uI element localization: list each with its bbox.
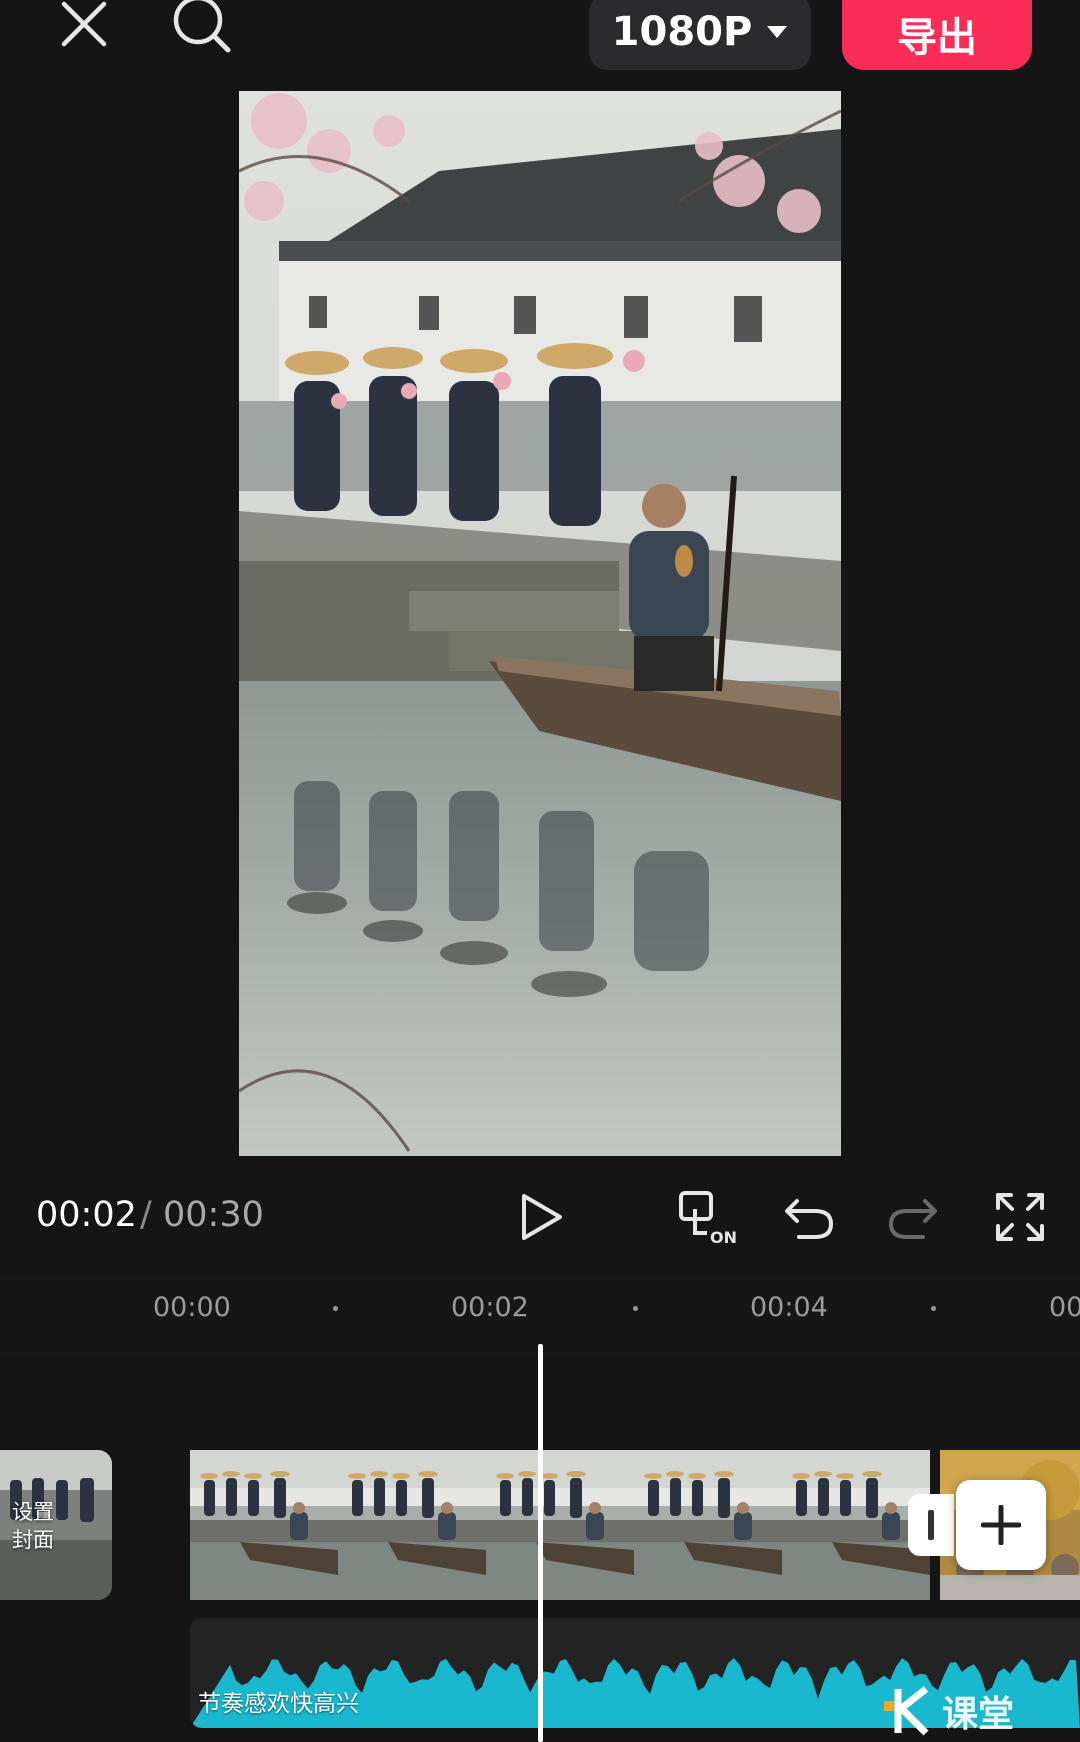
fullscreen-button[interactable] xyxy=(980,1177,1060,1257)
redo-icon xyxy=(888,1199,937,1239)
total-time: 00:30 xyxy=(163,1195,264,1235)
current-time: 00:02 xyxy=(36,1195,137,1235)
undo-icon xyxy=(785,1199,834,1239)
resolution-dropdown[interactable]: 1080P xyxy=(589,0,811,70)
sync-badge: ON xyxy=(710,1228,737,1245)
transition-handle[interactable] xyxy=(908,1494,954,1556)
divider-icon xyxy=(928,1510,934,1540)
export-label: 导出 xyxy=(897,15,977,61)
clip-thumbnails xyxy=(190,1450,930,1600)
ruler-dot xyxy=(931,1306,936,1311)
cover-label: 设置 封面 xyxy=(12,1500,54,1552)
fullscreen-icon xyxy=(996,1193,1044,1241)
redo-button[interactable] xyxy=(873,1177,953,1257)
search-button[interactable] xyxy=(162,0,242,64)
ruler-label: 00:02 xyxy=(451,1292,529,1323)
sync-on-icon: ON xyxy=(679,1191,737,1245)
ruler-dot xyxy=(333,1306,338,1311)
ruler-label: 00 xyxy=(1049,1292,1080,1323)
watermark: 课堂 xyxy=(880,1680,1080,1742)
close-button[interactable] xyxy=(44,0,124,64)
ruler-label: 00:00 xyxy=(153,1292,231,1323)
video-preview[interactable] xyxy=(239,91,841,1156)
set-cover-button[interactable]: 设置 封面 xyxy=(0,1450,112,1600)
chevron-down-icon xyxy=(767,26,788,38)
plus-icon xyxy=(981,1505,1021,1545)
search-icon xyxy=(173,0,231,53)
add-clip-button[interactable] xyxy=(956,1480,1046,1570)
playhead[interactable] xyxy=(538,1344,543,1742)
close-icon xyxy=(61,1,107,47)
watermark-text: 课堂 xyxy=(942,1694,1015,1735)
play-button[interactable] xyxy=(501,1177,581,1257)
audio-track-label: 节奏感欢快高兴 xyxy=(198,1691,359,1717)
undo-button[interactable] xyxy=(769,1177,849,1257)
video-frame-image xyxy=(239,91,841,1156)
time-separator: / xyxy=(140,1195,152,1235)
keyframe-sync-button[interactable]: ON xyxy=(668,1177,748,1257)
ruler-label: 00:04 xyxy=(750,1292,828,1323)
video-clip[interactable] xyxy=(190,1450,932,1600)
play-icon xyxy=(522,1194,562,1240)
export-button[interactable]: 导出 xyxy=(842,0,1032,70)
watermark-logo-icon xyxy=(884,1686,929,1736)
resolution-label: 1080P xyxy=(611,9,753,55)
ruler-dot xyxy=(633,1306,638,1311)
